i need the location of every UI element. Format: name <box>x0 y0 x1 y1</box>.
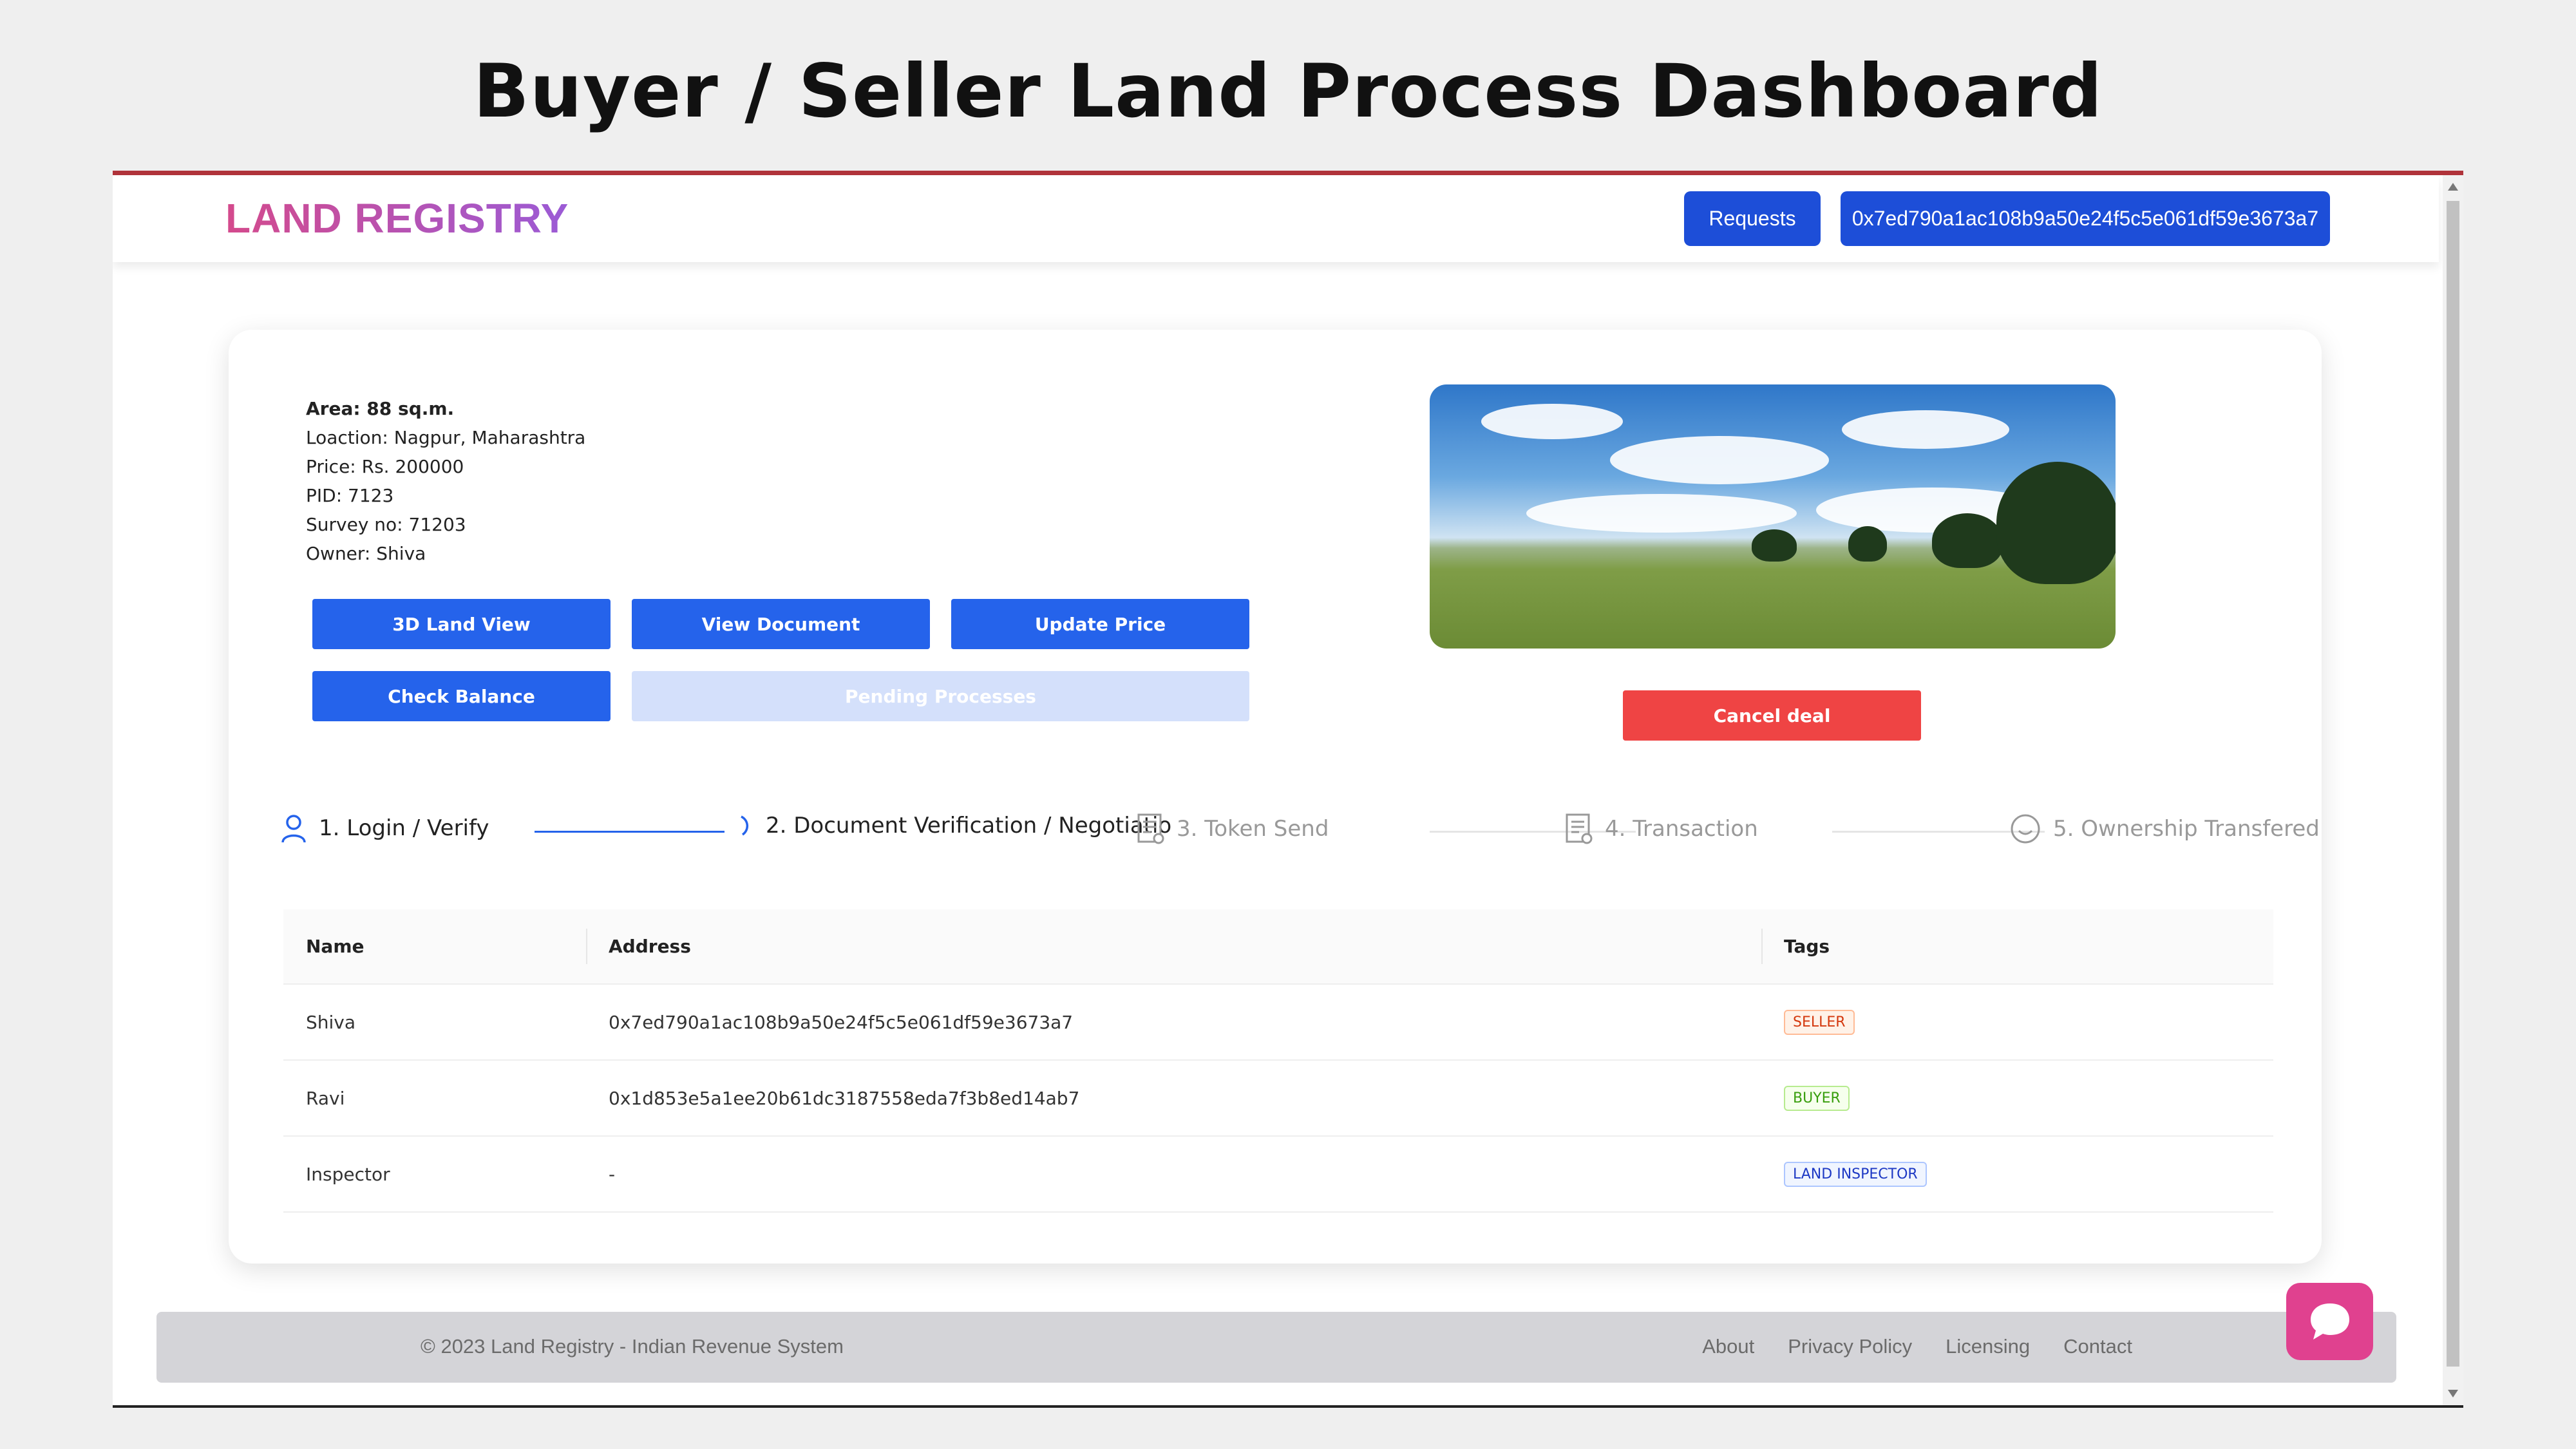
step-connector-done <box>535 831 724 833</box>
footer-copyright: © 2023 Land Registry - Indian Revenue Sy… <box>421 1335 844 1358</box>
document-icon <box>1566 813 1593 844</box>
footer-link-contact[interactable]: Contact <box>2063 1335 2132 1358</box>
table-header: Name Address Tags <box>283 909 2273 985</box>
header-name: Name <box>306 936 365 957</box>
step-label: 2. Document Verification / Negotiatio <box>766 813 1172 838</box>
seller-tag: SELLER <box>1784 1009 1855 1035</box>
footer-link-about[interactable]: About <box>1702 1335 1754 1358</box>
requests-button[interactable]: Requests <box>1684 191 1821 246</box>
chat-button[interactable] <box>2286 1283 2373 1360</box>
cancel-deal-button[interactable]: Cancel deal <box>1623 690 1921 741</box>
check-balance-button[interactable]: Check Balance <box>312 671 611 721</box>
browser-window: LAND REGISTRY Requests 0x7ed790a1ac108b9… <box>113 171 2463 1408</box>
row-name: Inspector <box>306 1163 390 1185</box>
chat-icon <box>2310 1303 2349 1340</box>
step-login-verify[interactable]: 1. Login / Verify <box>280 813 489 844</box>
top-navbar: LAND REGISTRY Requests 0x7ed790a1ac108b9… <box>113 175 2439 262</box>
footer: © 2023 Land Registry - Indian Revenue Sy… <box>156 1312 2396 1383</box>
footer-link-licensing[interactable]: Licensing <box>1946 1335 2030 1358</box>
footer-links: About Privacy Policy Licensing Contact <box>1702 1335 2132 1358</box>
user-icon <box>281 815 306 843</box>
table-row: Inspector - LAND INSPECTOR <box>283 1137 2273 1213</box>
land-area: Area: 88 sq.m. <box>306 398 455 419</box>
land-price: Price: Rs. 200000 <box>306 456 464 477</box>
step-label: 4. Transaction <box>1605 816 1758 842</box>
document-icon <box>1137 813 1164 844</box>
land-location: Loaction: Nagpur, Maharashtra <box>306 427 586 448</box>
row-address: - <box>609 1163 616 1185</box>
land-survey: Survey no: 71203 <box>306 514 466 535</box>
land-view-3d-button[interactable]: 3D Land View <box>312 599 611 649</box>
footer-link-privacy-policy[interactable]: Privacy Policy <box>1788 1335 1912 1358</box>
header-address: Address <box>609 936 691 957</box>
row-address: 0x1d853e5a1ee20b61dc3187558eda7f3b8ed14a… <box>609 1087 1080 1109</box>
brand-logo[interactable]: LAND REGISTRY <box>225 194 569 242</box>
view-document-button[interactable]: View Document <box>632 599 930 649</box>
scrollbar-thumb[interactable] <box>2447 201 2459 1367</box>
update-price-button[interactable]: Update Price <box>951 599 1249 649</box>
smile-icon <box>2011 814 2040 844</box>
pending-processes-button[interactable]: Pending Processes <box>632 671 1249 721</box>
account-address-button[interactable]: 0x7ed790a1ac108b9a50e24f5c5e061df59e3673… <box>1841 191 2330 246</box>
scroll-up-icon[interactable] <box>2448 183 2458 191</box>
land-image <box>1430 384 2116 649</box>
land-inspector-tag: LAND INSPECTOR <box>1784 1161 1927 1187</box>
header-tags: Tags <box>1784 936 1830 957</box>
slide-title: Buyer / Seller Land Process Dashboard <box>473 48 2103 134</box>
scrollbar[interactable] <box>2443 175 2463 1405</box>
scroll-down-icon[interactable] <box>2448 1390 2458 1397</box>
row-address: 0x7ed790a1ac108b9a50e24f5c5e061df59e3673… <box>609 1011 1074 1033</box>
land-info: Area: 88 sq.m. Loaction: Nagpur, Maharas… <box>306 394 585 568</box>
row-name: Shiva <box>306 1011 356 1033</box>
parties-table: Name Address Tags Shiva 0x7ed790a1ac108b… <box>283 909 2273 1213</box>
table-row: Ravi 0x1d853e5a1ee20b61dc3187558eda7f3b8… <box>283 1061 2273 1137</box>
step-token-send[interactable]: 3. Token Send <box>1137 813 1329 845</box>
loading-icon <box>741 815 749 836</box>
row-name: Ravi <box>306 1087 345 1109</box>
buyer-tag: BUYER <box>1784 1085 1850 1111</box>
table-row: Shiva 0x7ed790a1ac108b9a50e24f5c5e061df5… <box>283 985 2273 1061</box>
step-transaction[interactable]: 4. Transaction <box>1565 813 1758 845</box>
land-pid: PID: 7123 <box>306 485 394 506</box>
process-steps: 1. Login / Verify 2. Document Verificati… <box>280 806 2320 864</box>
step-label: 1. Login / Verify <box>319 815 489 841</box>
step-document-verification[interactable]: 2. Document Verification / Negotiatio <box>737 813 1171 838</box>
land-owner: Owner: Shiva <box>306 543 426 564</box>
step-label: 3. Token Send <box>1177 816 1329 842</box>
land-card: Area: 88 sq.m. Loaction: Nagpur, Maharas… <box>229 330 2322 1264</box>
step-label: 5. Ownership Transfered <box>2053 816 2320 842</box>
step-ownership-transfered[interactable]: 5. Ownership Transfered <box>2009 813 2320 845</box>
